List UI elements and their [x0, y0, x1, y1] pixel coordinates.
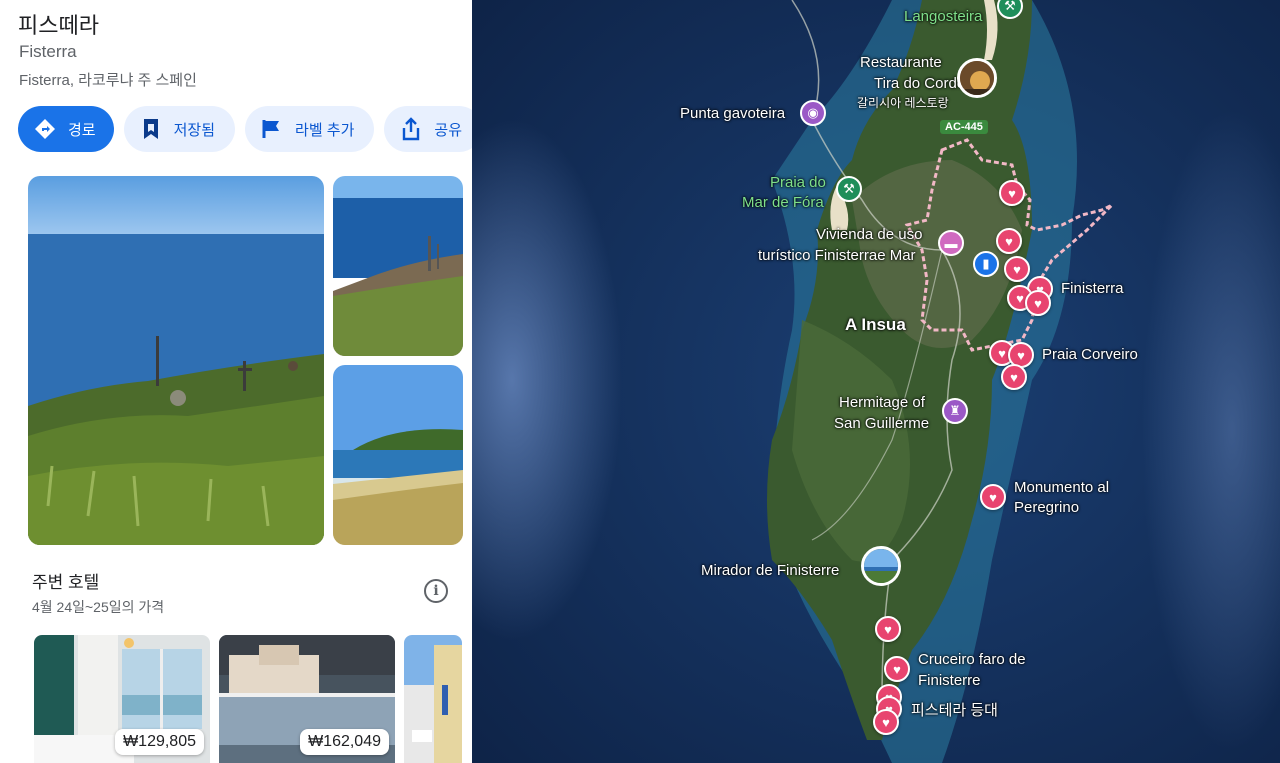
share-icon	[398, 116, 424, 142]
map-label[interactable]: Restaurante	[860, 52, 942, 73]
heart-icon[interactable]: ♥	[980, 484, 1006, 510]
map-label[interactable]: Mar de Fóra	[742, 192, 824, 213]
map-label[interactable]: Langosteira	[904, 6, 982, 27]
restaurant-photo-marker[interactable]	[957, 58, 997, 98]
map-label[interactable]: 피스테라 등대	[911, 700, 998, 721]
add-label-label: 라벨 추가	[295, 121, 355, 139]
hotel-icon[interactable]: ▬	[938, 230, 964, 256]
map-imagery	[472, 0, 1280, 763]
save-button[interactable]: 저장됨	[123, 106, 236, 152]
save-label: 저장됨	[173, 121, 216, 139]
add-label-button[interactable]: 라벨 추가	[245, 106, 375, 152]
heart-icon[interactable]: ♥	[1025, 290, 1051, 316]
map-label[interactable]: Hermitage of	[839, 392, 925, 413]
maps-app: 피스떼라 Fisterra Fisterra, 라코루냐 주 스페인 경로 저장…	[0, 0, 1280, 763]
hotel-card[interactable]: ₩162,049	[219, 635, 395, 763]
nearby-hotels-title: 주변 호텔	[32, 573, 100, 592]
beach-icon[interactable]: ⚒	[836, 176, 862, 202]
hotel-card[interactable]	[404, 635, 462, 763]
mirador-photo-marker[interactable]	[861, 546, 901, 586]
map-label[interactable]: Finisterre	[918, 670, 981, 691]
bookmark-icon	[138, 116, 164, 142]
map-label[interactable]: A Insua	[845, 314, 906, 335]
heart-icon[interactable]: ♥	[873, 709, 899, 735]
hotel-price: ₩129,805	[115, 729, 204, 755]
heart-icon[interactable]: ♥	[1004, 256, 1030, 282]
place-title: 피스떼라	[18, 13, 99, 38]
hotel-price: ₩162,049	[300, 729, 389, 755]
map-label[interactable]: 갈리시아 레스토랑	[857, 93, 949, 114]
map-label[interactable]: San Guillerme	[834, 413, 929, 434]
camera-icon[interactable]: ◉	[800, 100, 826, 126]
heart-icon[interactable]: ♥	[1001, 364, 1027, 390]
place-panel: 피스떼라 Fisterra Fisterra, 라코루냐 주 스페인 경로 저장…	[0, 0, 472, 763]
heart-icon[interactable]: ♥	[996, 228, 1022, 254]
map-label[interactable]: Tira do Cordel	[874, 73, 968, 94]
map-label[interactable]: turístico Finisterrae Mar	[758, 245, 916, 266]
hotel-date-range: 4월 24일~25일의 가격	[32, 599, 165, 615]
heart-icon[interactable]: ♥	[884, 656, 910, 682]
satellite-map[interactable]: AC-445 Langosteira Restaurante Tira do C…	[472, 0, 1280, 763]
share-label: 공유	[434, 121, 462, 139]
map-label[interactable]: Praia do	[770, 172, 826, 193]
share-button[interactable]: 공유	[384, 106, 472, 152]
heart-icon[interactable]: ♥	[999, 180, 1025, 206]
map-label[interactable]: Praia Corveiro	[1042, 344, 1138, 365]
hotel-card[interactable]: ₩129,805	[34, 635, 210, 763]
map-label[interactable]: Finisterra	[1061, 278, 1124, 299]
church-icon[interactable]: ♜	[942, 398, 968, 424]
road-badge: AC-445	[940, 120, 988, 134]
map-label[interactable]: Cruceiro faro de	[918, 649, 1026, 670]
place-address: Fisterra, 라코루냐 주 스페인	[19, 72, 197, 89]
directions-label: 경로	[68, 121, 96, 139]
map-label[interactable]: Mirador de Finisterre	[701, 560, 839, 581]
directions-icon	[32, 116, 58, 142]
photo-cliffs[interactable]	[333, 176, 463, 356]
main-photo[interactable]	[28, 176, 324, 545]
action-buttons: 경로 저장됨 라벨 추가 공유	[18, 106, 472, 152]
map-label[interactable]: Punta gavoteira	[680, 103, 785, 124]
map-label[interactable]: Peregrino	[1014, 497, 1079, 518]
info-icon[interactable]: i	[424, 579, 448, 603]
luggage-icon[interactable]: ▮	[973, 251, 999, 277]
directions-button[interactable]: 경로	[18, 106, 114, 152]
flag-icon	[259, 116, 285, 142]
place-subtitle: Fisterra	[19, 42, 77, 61]
heart-icon[interactable]: ♥	[875, 616, 901, 642]
map-label[interactable]: Vivienda de uso	[816, 224, 922, 245]
map-label[interactable]: Monumento al	[1014, 477, 1109, 498]
photo-beach[interactable]	[333, 365, 463, 545]
